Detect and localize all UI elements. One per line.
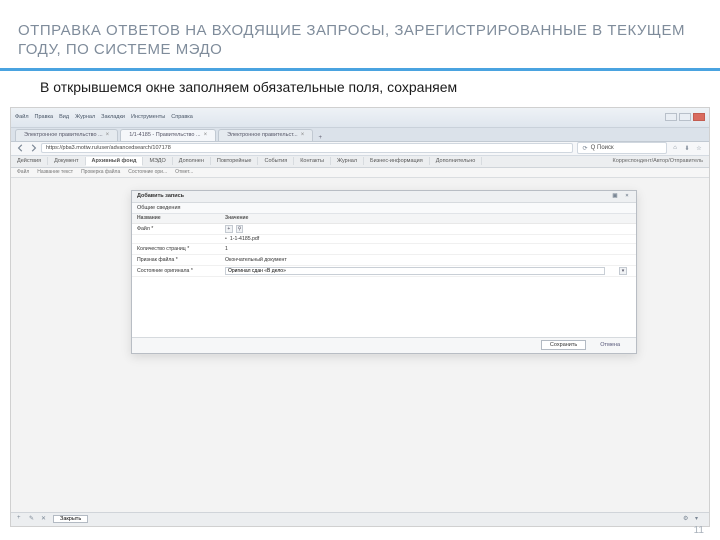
new-tab-button[interactable]: +: [315, 135, 325, 141]
browser-tab-2[interactable]: Электронное правительст...×: [218, 129, 313, 141]
app-tab-repeat[interactable]: Повторейные: [211, 157, 259, 165]
save-button[interactable]: Сохранить: [541, 340, 586, 350]
edit-icon[interactable]: ✎: [29, 515, 37, 523]
search-placeholder: Q Поиск: [589, 145, 663, 151]
header-value: Значение: [220, 214, 636, 223]
filetype-value[interactable]: Окончательный документ: [225, 257, 287, 263]
window-titlebar: Файл Правка Вид Журнал Закладки Инструме…: [11, 108, 709, 128]
col-name[interactable]: Название текст: [37, 169, 73, 175]
app-tab-extra2[interactable]: Дополнительно: [430, 157, 483, 165]
dialog-subtab[interactable]: Общие сведения: [132, 203, 636, 214]
dialog-padding: [132, 277, 636, 337]
label-file: Файл *: [132, 225, 220, 233]
label-original-state: Состояние оригинала *: [132, 267, 220, 275]
add-icon[interactable]: +: [17, 515, 25, 523]
tab-close-icon[interactable]: ×: [301, 132, 305, 138]
link-file-button[interactable]: ⚲: [236, 225, 244, 233]
delete-icon[interactable]: ✕: [41, 515, 49, 523]
dialog-collapse-icon[interactable]: ▣: [611, 192, 619, 200]
bottom-toolbar: + ✎ ✕ Закрыть ⚙ ▾: [11, 512, 709, 526]
tab-label: Электронное правительство ...: [24, 132, 103, 138]
app-tab-events[interactable]: События: [258, 157, 294, 165]
original-state-input[interactable]: [225, 267, 605, 275]
window-close-button[interactable]: [693, 113, 705, 121]
tab-close-icon[interactable]: ×: [204, 132, 208, 138]
nav-back-icon[interactable]: [17, 144, 25, 152]
file-name[interactable]: 1-1-4185.pdf: [230, 236, 259, 242]
add-record-dialog: Добавить запись ▣ × Общие сведения Назва…: [131, 190, 637, 354]
dialog-titlebar: Добавить запись ▣ ×: [132, 191, 636, 203]
label-filetype: Признак файла *: [132, 256, 220, 264]
app-tab-medo[interactable]: МЭДО: [143, 157, 172, 165]
close-button[interactable]: Закрыть: [53, 515, 88, 523]
app-tab-extra1[interactable]: Дополнен: [173, 157, 211, 165]
url-input[interactable]: https://pba3.motiw.ru/user/advancedsearc…: [41, 143, 573, 153]
page-number: 11: [694, 525, 704, 536]
col-mark[interactable]: Отмет...: [175, 169, 193, 175]
add-file-button[interactable]: +: [225, 225, 233, 233]
col-check[interactable]: Проверка файла: [81, 169, 120, 175]
app-tab-actions[interactable]: Действия: [11, 157, 48, 165]
dialog-close-icon[interactable]: ×: [623, 192, 631, 200]
app-tab-contacts[interactable]: Контакты: [294, 157, 331, 165]
address-bar: https://pba3.motiw.ru/user/advancedsearc…: [11, 142, 709, 156]
menu-file[interactable]: Файл: [15, 114, 29, 120]
tab-close-icon[interactable]: ×: [106, 132, 110, 138]
menu-tools[interactable]: Инструменты: [131, 114, 165, 120]
label-pages: Количество страниц *: [132, 245, 220, 253]
cancel-button[interactable]: Отмена: [592, 341, 628, 349]
row-pages: Количество страниц * 1: [132, 244, 636, 255]
accent-rule: [0, 68, 720, 71]
app-tab-document[interactable]: Документ: [48, 157, 85, 165]
dialog-header-row: Название Значение: [132, 214, 636, 224]
nav-forward-icon[interactable]: [29, 144, 37, 152]
app-tabs: Действия Документ Архивный фонд МЭДО Доп…: [11, 156, 709, 168]
search-box[interactable]: ⟳ Q Поиск: [577, 142, 667, 154]
menu-help[interactable]: Справка: [171, 114, 193, 120]
header-name: Название: [132, 214, 220, 223]
window-maximize-button[interactable]: [679, 113, 691, 121]
row-file: Файл * + ⚲: [132, 224, 636, 235]
dialog-footer: Сохранить Отмена: [132, 337, 636, 353]
tab-label: Электронное правительст...: [227, 132, 298, 138]
os-menu: Файл Правка Вид Журнал Закладки Инструме…: [15, 114, 193, 120]
row-original-state: Состояние оригинала * ▾: [132, 266, 636, 277]
browser-tab-0[interactable]: Электронное правительство ...×: [15, 129, 118, 141]
picker-button[interactable]: ▾: [619, 267, 627, 275]
app-tab-journal[interactable]: Журнал: [331, 157, 364, 165]
col-orig[interactable]: Состояние ори...: [128, 169, 167, 175]
browser-tab-1[interactable]: 1/1-4185 - Правительство ... ×: [120, 129, 216, 141]
search-refresh-icon: ⟳: [581, 144, 589, 152]
bookmark-icon[interactable]: ☆: [695, 144, 703, 152]
slide-title: ОТПРАВКА ОТВЕТОВ НА ВХОДЯЩИЕ ЗАПРОСЫ, ЗА…: [0, 0, 720, 66]
dialog-body: Название Значение Файл * + ⚲ • 1-1-4185.…: [132, 214, 636, 337]
menu-edit[interactable]: Правка: [35, 114, 54, 120]
menu-bookmarks[interactable]: Закладки: [101, 114, 125, 120]
app-right-label: Корреспондент/Автор/Отправитель: [613, 158, 709, 164]
pages-value[interactable]: 1: [225, 246, 228, 252]
app-tab-archive[interactable]: Архивный фонд: [86, 157, 144, 166]
app-tab-business[interactable]: Бизнес-информация: [364, 157, 430, 165]
row-filetype: Признак файла * Окончательный документ: [132, 255, 636, 266]
col-file[interactable]: Файл: [17, 169, 29, 175]
window-minimize-button[interactable]: [665, 113, 677, 121]
tab-label: 1/1-4185 - Правительство ...: [129, 132, 200, 138]
browser-tabs: Электронное правительство ...× 1/1-4185 …: [11, 128, 709, 142]
row-file-value: • 1-1-4185.pdf: [132, 235, 636, 244]
slide-subtitle: В открывшемся окне заполняем обязательны…: [0, 79, 720, 103]
chevron-down-icon[interactable]: ▾: [695, 515, 703, 523]
menu-view[interactable]: Вид: [59, 114, 69, 120]
menu-history[interactable]: Журнал: [75, 114, 95, 120]
dialog-title: Добавить запись: [137, 193, 184, 199]
gear-icon[interactable]: ⚙: [683, 515, 691, 523]
app-screenshot: Файл Правка Вид Журнал Закладки Инструме…: [10, 107, 710, 527]
download-icon[interactable]: ⬇: [683, 144, 691, 152]
home-icon[interactable]: ⌂: [671, 144, 679, 152]
column-subbar: Файл Название текст Проверка файла Состо…: [11, 168, 709, 178]
